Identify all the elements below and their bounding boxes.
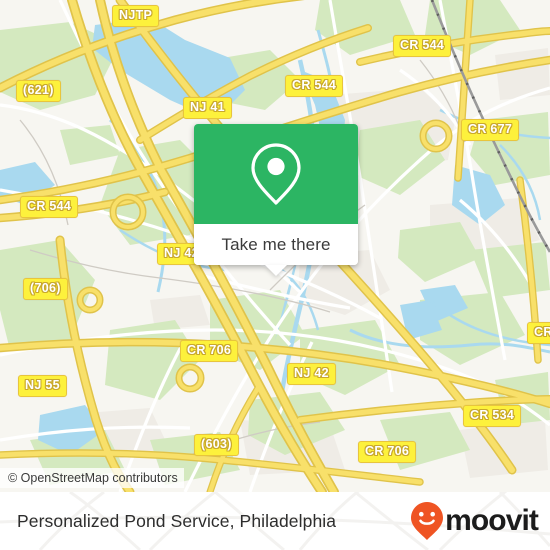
road-label-cr534: CR 534 [463,405,522,427]
moovit-place-map-card: NJTP CR 544 (621) CR 544 NJ 41 CR 677 CR… [0,0,550,550]
road-label-cr-cutoff: CR [527,322,550,344]
popup-pin-panel [194,124,358,224]
take-me-there-label: Take me there [221,234,331,254]
popup-cta-panel[interactable]: Take me there [194,224,358,276]
footer-bar: Personalized Pond Service, Philadelphia … [0,492,550,550]
road-label-nj42-s: NJ 42 [287,363,336,385]
moovit-smiley-pin-icon [411,502,444,540]
moovit-logo[interactable]: moovit [410,501,539,541]
moovit-wordmark: moovit [445,504,539,537]
road-label-603: (603) [194,434,239,456]
road-label-njtp: NJTP [112,5,160,27]
osm-attribution[interactable]: © OpenStreetMap contributors [0,468,184,488]
road-label-621: (621) [16,80,61,102]
map-pin-icon [251,143,301,205]
road-label-nj41: NJ 41 [183,97,232,119]
place-popup-card[interactable]: Take me there [194,124,358,276]
popup-pointer-tail [265,265,287,276]
road-label-cr706-s: CR 706 [358,441,417,463]
road-label-706: (706) [23,278,68,300]
road-label-cr544-w: CR 544 [20,196,79,218]
place-title: Personalized Pond Service, Philadelphia [17,510,337,531]
road-label-cr544-n: CR 544 [285,75,344,97]
road-label-nj55: NJ 55 [18,375,67,397]
map-canvas[interactable]: NJTP CR 544 (621) CR 544 NJ 41 CR 677 CR… [0,0,550,492]
road-label-cr677: CR 677 [461,119,520,141]
road-label-cr706-w: CR 706 [180,340,239,362]
road-label-cr544-ne: CR 544 [393,35,452,57]
